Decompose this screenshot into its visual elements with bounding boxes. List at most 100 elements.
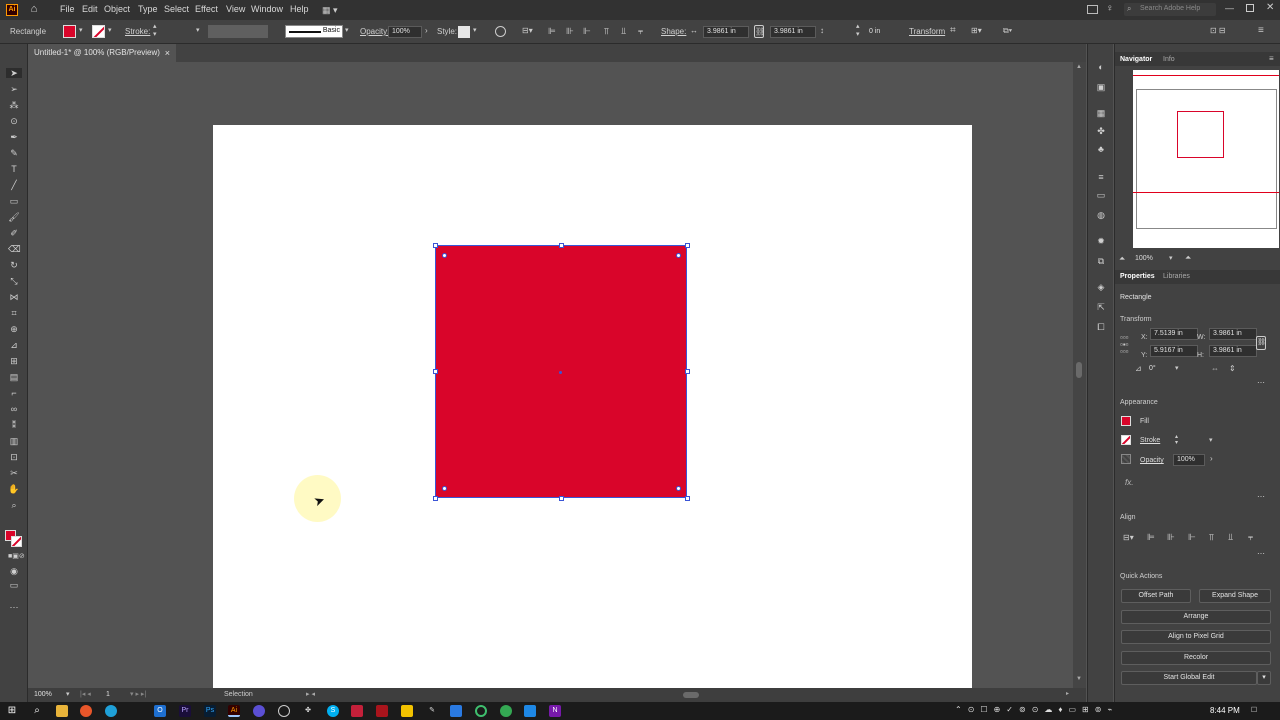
rotate-field[interactable]: 0° xyxy=(1145,363,1179,375)
fill-swatch[interactable] xyxy=(1121,416,1131,426)
width-field[interactable]: 3.9861 in xyxy=(1209,328,1257,340)
navigator-view-box[interactable] xyxy=(1133,75,1279,193)
align-top-icon[interactable]: ⫪ xyxy=(1209,532,1214,543)
photoshop-icon[interactable]: Ps xyxy=(204,705,216,717)
windows-start-icon[interactable]: ⊞ xyxy=(6,705,18,717)
app-icon[interactable] xyxy=(376,705,388,717)
shape-height-field[interactable]: 3.9861 in xyxy=(770,26,816,38)
magic-wand-tool-icon[interactable]: ⁂ xyxy=(8,100,20,110)
align-center-icon[interactable]: ⊪ xyxy=(1167,532,1175,543)
x-field[interactable]: 7.5139 in xyxy=(1150,328,1198,340)
brushes-panel-icon[interactable]: ✤ xyxy=(1095,126,1107,136)
transform-icon[interactable]: ⌗ xyxy=(950,25,956,36)
free-transform-tool-icon[interactable]: ⌗ xyxy=(8,308,20,318)
more-tools-icon[interactable]: ⋯ xyxy=(8,602,20,612)
handle-middle-left[interactable] xyxy=(433,369,438,374)
gradient-tool-icon[interactable]: ▤ xyxy=(8,372,20,382)
flip-horizontal-icon[interactable]: ⇔ xyxy=(1211,364,1219,373)
flip-vertical-icon[interactable]: ⇕ xyxy=(1229,364,1236,373)
app-icon[interactable] xyxy=(401,705,413,717)
align-left-icon[interactable]: ⊫ xyxy=(1147,532,1155,543)
column-graph-tool-icon[interactable]: ▥ xyxy=(8,436,20,446)
system-tray[interactable]: ⌃⊙☐⊕✓⊚⊙☁♦▭⊞⊚⌁ xyxy=(955,705,1118,714)
more-options-icon[interactable]: ⋯ xyxy=(1257,492,1265,501)
transparency-panel-icon[interactable]: ◍ xyxy=(1095,210,1107,220)
menu-file[interactable]: File xyxy=(60,4,75,14)
handle-bottom-center[interactable] xyxy=(559,496,564,501)
corner-widget-top-right[interactable] xyxy=(676,253,681,258)
stroke-swatch[interactable] xyxy=(1121,435,1131,445)
pen-tool-icon[interactable]: ✒ xyxy=(8,132,20,142)
illustrator-icon[interactable]: Ai xyxy=(228,705,240,717)
stroke-label[interactable]: Stroke xyxy=(1140,437,1160,444)
opacity-field[interactable]: 100% xyxy=(388,26,422,38)
appearance-panel-icon[interactable]: ✹ xyxy=(1095,236,1107,246)
align-bottom-icon[interactable]: ⫧ xyxy=(1248,532,1253,543)
tab-properties[interactable]: Properties xyxy=(1120,273,1155,280)
shaper-tool-icon[interactable]: ✐ xyxy=(8,228,20,238)
align-top-icon[interactable]: ⫪ xyxy=(604,26,609,37)
artboard-tool-icon[interactable]: ⊡ xyxy=(8,452,20,462)
app-icon[interactable] xyxy=(475,705,487,717)
stroke-swatch[interactable] xyxy=(92,25,105,38)
stroke-color-indicator[interactable] xyxy=(11,536,22,547)
menu-help[interactable]: Help xyxy=(290,4,309,14)
scroll-right-icon[interactable]: ▸ xyxy=(1066,690,1069,697)
mesh-tool-icon[interactable]: ⊞ xyxy=(8,356,20,366)
tab-untitled-1[interactable]: Untitled-1* @ 100% (RGB/Preview) × xyxy=(28,44,176,62)
paintbrush-tool-icon[interactable]: 🖌 xyxy=(8,212,20,222)
outlook-icon[interactable]: O xyxy=(154,705,166,717)
tab-navigator[interactable]: Navigator xyxy=(1120,56,1152,63)
swatches-panel-icon[interactable]: ▦ xyxy=(1095,108,1107,118)
handle-top-right[interactable] xyxy=(685,243,690,248)
app-icon[interactable] xyxy=(450,705,462,717)
align-center-icon[interactable]: ⊪ xyxy=(566,26,574,37)
navigator-zoom[interactable]: 100% xyxy=(1135,255,1153,262)
scroll-down-icon[interactable]: ▼ xyxy=(1076,676,1082,682)
vertical-scrollbar[interactable]: ▲ ▼ xyxy=(1073,62,1086,688)
gradient-panel-icon[interactable]: ▭ xyxy=(1095,190,1107,200)
menu-type[interactable]: Type xyxy=(138,4,158,14)
expand-shape-button[interactable]: Expand Shape xyxy=(1199,589,1271,603)
transform-link[interactable]: Transform xyxy=(909,27,945,36)
close-icon[interactable]: × xyxy=(165,44,170,62)
handle-top-center[interactable] xyxy=(559,243,564,248)
lightbulb-icon[interactable]: ♀ xyxy=(1106,3,1114,14)
opacity-field[interactable]: 100% xyxy=(1173,454,1205,466)
reference-point-icon[interactable]: ▫▫▫ ▫▪▫ ▫▫▫ xyxy=(1120,334,1129,356)
layers-panel-icon[interactable]: ◈ xyxy=(1095,282,1107,292)
hand-tool-icon[interactable]: ✋ xyxy=(8,484,20,494)
more-options-icon[interactable]: ⋯ xyxy=(1257,378,1265,387)
color-mode-icon[interactable]: ■▣⊘ xyxy=(8,552,25,562)
handle-bottom-left[interactable] xyxy=(433,496,438,501)
slice-tool-icon[interactable]: ✂ xyxy=(8,468,20,478)
constrain-proportions-icon[interactable]: ⛓ xyxy=(1256,336,1266,350)
brush-definition[interactable]: Basic xyxy=(285,25,343,38)
variable-width-profile[interactable] xyxy=(208,25,268,38)
app-icon[interactable]: ✎ xyxy=(426,705,438,717)
scale-tool-icon[interactable]: ⤡ xyxy=(8,276,20,286)
width-tool-icon[interactable]: ⋈ xyxy=(8,292,20,302)
menu-edit[interactable]: Edit xyxy=(82,4,98,14)
clock[interactable]: 8:44 PM xyxy=(1210,706,1240,715)
app-icon[interactable] xyxy=(524,705,536,717)
notifications-icon[interactable]: ☐ xyxy=(1248,705,1260,717)
app-icon[interactable] xyxy=(351,705,363,717)
align-to-pixel-grid-button[interactable]: Align to Pixel Grid xyxy=(1121,630,1271,644)
scroll-thumb[interactable] xyxy=(1076,362,1082,378)
onenote-icon[interactable]: N xyxy=(549,705,561,717)
arrange-icon[interactable]: ⧉▾ xyxy=(1003,26,1012,36)
shape-builder-tool-icon[interactable]: ⊕ xyxy=(8,324,20,334)
chevron-down-icon[interactable]: ▾ xyxy=(79,26,83,34)
premiere-icon[interactable]: Pr xyxy=(179,705,191,717)
chevron-down-icon[interactable]: ▾ xyxy=(1169,254,1173,262)
color-panel-icon[interactable]: ◐ xyxy=(1095,62,1107,72)
line-tool-icon[interactable]: ╱ xyxy=(8,180,20,190)
home-icon[interactable]: ⌂ xyxy=(27,3,41,16)
arrange-documents-icon[interactable] xyxy=(1087,5,1098,14)
align-middle-icon[interactable]: ⫫ xyxy=(621,26,626,37)
search-help-field[interactable]: ⌕ Search Adobe Help xyxy=(1124,3,1216,16)
chrome-icon[interactable] xyxy=(500,705,512,717)
graphic-styles-icon[interactable]: ⧉ xyxy=(1095,256,1107,266)
rotate-tool-icon[interactable]: ↻ xyxy=(8,260,20,270)
